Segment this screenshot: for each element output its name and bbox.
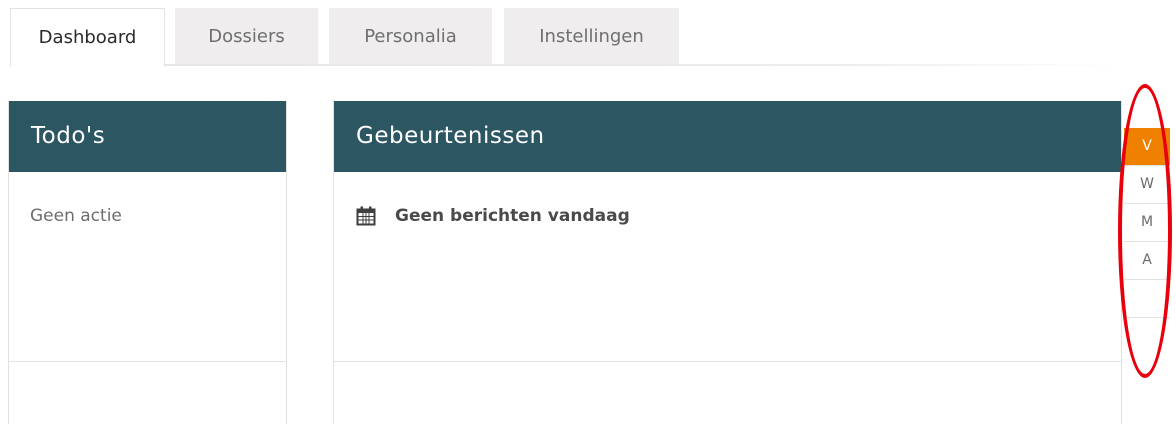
todo-panel-title: Todo's [9, 101, 286, 172]
period-selector-spacer [1124, 280, 1170, 318]
events-panel-title: Gebeurtenissen [334, 101, 1121, 172]
dashboard-page: Dashboard Dossiers Personalia Instelling… [0, 0, 1176, 424]
tab-instellingen[interactable]: Instellingen [504, 8, 679, 66]
tab-dashboard[interactable]: Dashboard [10, 8, 165, 67]
period-selector: V W M A [1124, 128, 1170, 318]
tab-divider [164, 64, 1120, 66]
events-empty-row: Geen berichten vandaag [356, 206, 630, 226]
period-day-button[interactable]: V [1124, 128, 1170, 166]
todo-panel-body: Geen actie [9, 172, 286, 362]
calendar-icon [356, 206, 376, 226]
events-panel-body: Geen berichten vandaag [334, 172, 1121, 362]
todo-empty-message: Geen actie [30, 206, 122, 226]
todo-panel: Todo's Geen actie [8, 101, 287, 424]
tab-personalia[interactable]: Personalia [329, 8, 492, 66]
events-panel: Gebeurtenissen Geen berichten vandaag [333, 101, 1122, 424]
tab-dossiers[interactable]: Dossiers [175, 8, 318, 66]
period-all-button[interactable]: A [1124, 242, 1170, 280]
period-week-button[interactable]: W [1124, 166, 1170, 204]
events-empty-message: Geen berichten vandaag [395, 206, 630, 226]
period-month-button[interactable]: M [1124, 204, 1170, 242]
